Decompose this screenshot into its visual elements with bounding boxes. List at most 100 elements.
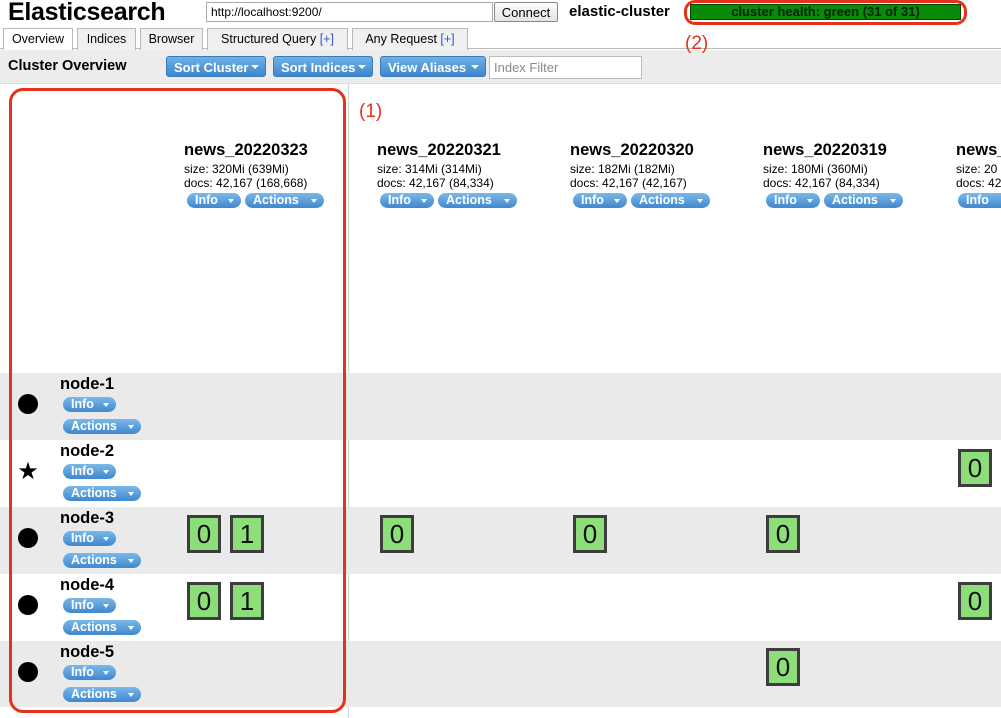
chevron-down-icon — [697, 199, 703, 203]
shard-box[interactable]: 0 — [766, 515, 800, 553]
pill-label: Info — [388, 193, 411, 207]
index-info-button[interactable]: Info — [766, 193, 820, 208]
index-actions-button[interactable]: Actions — [438, 193, 517, 208]
dot-icon — [18, 528, 38, 548]
chevron-down-icon — [103, 537, 109, 541]
shard-box[interactable]: 0 — [766, 648, 800, 686]
chevron-down-icon — [103, 604, 109, 608]
page-title: Cluster Overview — [8, 58, 127, 74]
star-icon: ★ — [17, 458, 39, 485]
pill-label: Actions — [446, 193, 492, 207]
tab-structured-query[interactable]: Structured Query [+] — [207, 28, 348, 50]
index-info-button[interactable]: Info — [958, 193, 1001, 208]
node-name: node-3 — [60, 509, 115, 527]
index-name: news_20220319 — [763, 141, 887, 159]
tab-overview[interactable]: Overview — [3, 28, 73, 51]
index-info-button[interactable]: Info — [573, 193, 627, 208]
chevron-down-icon — [128, 559, 134, 563]
pill-label: Actions — [71, 687, 117, 701]
node-info-button[interactable]: Info — [63, 464, 116, 479]
tab-add-link[interactable]: [+] — [440, 32, 454, 46]
node-actions-button[interactable]: Actions — [63, 553, 141, 568]
chevron-down-icon — [103, 403, 109, 407]
chevron-down-icon — [228, 199, 234, 203]
chevron-down-icon — [807, 199, 813, 203]
node-info-button[interactable]: Info — [63, 665, 116, 680]
tab-label: Browser — [148, 32, 195, 46]
chevron-down-icon — [311, 199, 317, 203]
shard-box[interactable]: 1 — [230, 515, 264, 553]
index-docs: docs: 42,167 (84,334) — [377, 176, 494, 190]
chevron-down-icon — [128, 693, 134, 697]
node-row: node-1 Info Actions — [0, 373, 1001, 440]
shard-box[interactable]: 0 — [958, 582, 992, 620]
pill-label: Info — [71, 531, 94, 545]
node-actions-button[interactable]: Actions — [63, 620, 141, 635]
index-actions-button[interactable]: Actions — [824, 193, 903, 208]
pill-label: Info — [774, 193, 797, 207]
node-name: node-5 — [60, 643, 115, 661]
tab-label: Indices — [86, 32, 127, 46]
sort-indices-button[interactable]: Sort Indices — [273, 56, 373, 77]
shard-box[interactable]: 0 — [380, 515, 414, 553]
chevron-down-icon — [471, 65, 479, 69]
node-row: node-4 Info Actions 0 1 0 — [0, 574, 1001, 641]
index-name: news_20220323 — [184, 141, 308, 159]
url-input[interactable] — [206, 2, 493, 22]
index-name: news_20220318 — [956, 141, 1001, 159]
index-docs: docs: 42,167 (42,167) — [570, 176, 687, 190]
tab-add-link[interactable]: [+] — [320, 32, 334, 46]
node-info-button[interactable]: Info — [63, 397, 116, 412]
chevron-down-icon — [421, 199, 427, 203]
dot-icon — [18, 595, 38, 615]
pill-label: Info — [581, 193, 604, 207]
chevron-down-icon — [890, 199, 896, 203]
view-aliases-button[interactable]: View Aliases — [380, 56, 486, 77]
app-title: Elasticsearch — [8, 0, 166, 26]
pill-label: Info — [195, 193, 218, 207]
tab-any-request[interactable]: Any Request [+] — [352, 28, 468, 50]
node-actions-button[interactable]: Actions — [63, 687, 141, 702]
node-actions-button[interactable]: Actions — [63, 486, 141, 501]
index-size: size: 314Mi (314Mi) — [377, 162, 482, 176]
tab-label: Structured Query — [221, 32, 317, 46]
chevron-down-icon — [504, 199, 510, 203]
connect-button[interactable]: Connect — [494, 2, 558, 22]
button-label: View Aliases — [388, 60, 467, 75]
chevron-down-icon — [128, 626, 134, 630]
shard-box[interactable]: 0 — [958, 449, 992, 487]
tab-indices[interactable]: Indices — [77, 28, 136, 50]
index-info-button[interactable]: Info — [187, 193, 241, 208]
node-name: node-2 — [60, 442, 115, 460]
index-actions-button[interactable]: Actions — [245, 193, 324, 208]
shard-box[interactable]: 0 — [187, 515, 221, 553]
tab-bar: Overview Indices Browser Structured Quer… — [0, 27, 1001, 51]
index-size: size: 180Mi (360Mi) — [763, 162, 868, 176]
sort-cluster-button[interactable]: Sort Cluster — [166, 56, 266, 77]
index-info-button[interactable]: Info — [380, 193, 434, 208]
node-info-button[interactable]: Info — [63, 598, 116, 613]
tab-label: Any Request — [365, 32, 437, 46]
tab-browser[interactable]: Browser — [140, 28, 203, 50]
chevron-down-icon — [128, 425, 134, 429]
shard-box[interactable]: 1 — [230, 582, 264, 620]
chevron-down-icon — [128, 492, 134, 496]
node-row: node-5 Info Actions 0 — [0, 641, 1001, 707]
index-size: size: 20 — [956, 162, 998, 176]
index-filter-input[interactable] — [489, 56, 642, 79]
node-name: node-4 — [60, 576, 115, 594]
annotation-label-1: (1) — [359, 101, 383, 122]
pill-label: Actions — [832, 193, 878, 207]
index-docs: docs: 42,167 (168,668) — [184, 176, 308, 190]
pill-label: Actions — [71, 419, 117, 433]
shard-box[interactable]: 0 — [573, 515, 607, 553]
tab-label: Overview — [11, 32, 65, 46]
chevron-down-icon — [103, 671, 109, 675]
node-actions-button[interactable]: Actions — [63, 419, 141, 434]
index-actions-button[interactable]: Actions — [631, 193, 710, 208]
shard-box[interactable]: 0 — [187, 582, 221, 620]
node-info-button[interactable]: Info — [63, 531, 116, 546]
chevron-down-icon — [614, 199, 620, 203]
pill-label: Actions — [71, 486, 117, 500]
dot-icon — [18, 394, 38, 414]
